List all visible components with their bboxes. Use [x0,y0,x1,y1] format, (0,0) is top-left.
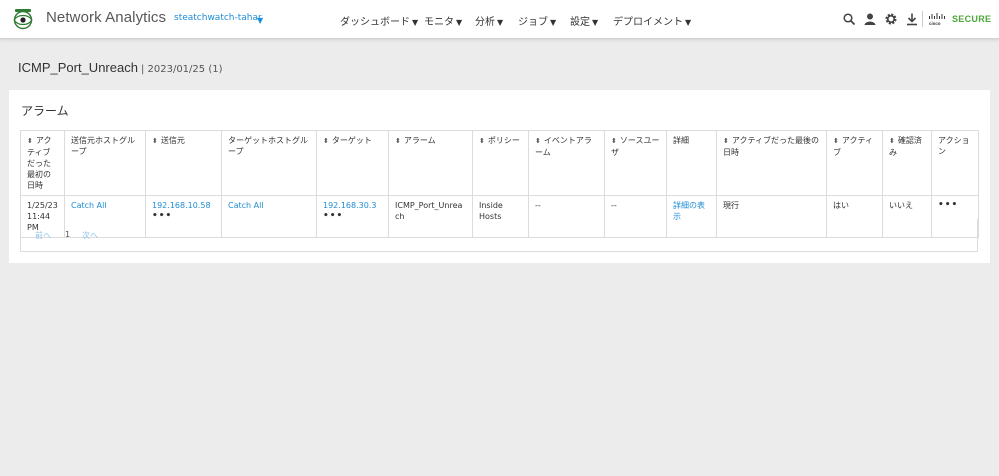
column-label: ポリシー [487,136,520,145]
sort-icon[interactable]: ⬍ [611,137,617,145]
chevron-down-icon: ▼ [550,18,557,27]
divider [922,11,923,27]
current-page[interactable]: 1 [65,230,70,239]
column-label: ターゲット [331,136,372,145]
column-header-actions: アクション [931,130,979,196]
column-label: アクション [938,136,970,156]
search-icon[interactable] [842,12,856,26]
column-header-first-active[interactable]: ⬍ アクティブだった最初の日時 [20,130,65,196]
target-group-link[interactable]: Catch All [228,201,264,210]
page-subtitle: | 2023/01/25 (1) [140,64,223,75]
column-label: 詳細 [673,136,689,145]
network-analytics-logo-icon[interactable] [11,8,35,30]
column-label: アラーム [403,136,436,145]
sort-icon[interactable]: ⬍ [323,137,329,145]
nav-settings[interactable]: 設定 ▼ [570,13,598,28]
sort-icon[interactable]: ⬍ [479,137,485,145]
column-header-details: 詳細 [666,130,717,196]
column-header-acknowledged[interactable]: ⬍ 確認済み [882,130,932,196]
target-ip-link[interactable]: 192.168.30.3 [323,201,376,210]
chevron-down-icon: ▼ [592,18,599,27]
chevron-down-icon: ▼ [456,18,463,27]
source-group-link[interactable]: Catch All [71,201,107,210]
nav-dashboard[interactable]: ダッシュボード ▼ [340,13,418,28]
page-header: ICMP_Port_Unreach | 2023/01/25 (1) [18,57,222,76]
column-header-target-group[interactable]: ターゲットホストグループ [221,130,317,196]
prev-page-button[interactable]: 前へ [35,230,51,241]
nav-label: モニタ [424,17,454,28]
column-label: イベントアラーム [535,136,592,157]
download-icon[interactable] [905,12,919,26]
column-header-source-group[interactable]: 送信元ホストグループ [64,130,146,196]
sort-icon[interactable]: ⬍ [889,137,895,145]
top-bar: Network Analytics steatchwatch-tahar ▼ ダ… [0,0,999,39]
chevron-down-icon: ▼ [685,18,692,27]
column-label: ターゲットホストグループ [228,136,308,156]
column-header-target[interactable]: ⬍ ターゲット [316,130,389,196]
cisco-logo-icon: cisco [929,13,945,26]
page-title: ICMP_Port_Unreach [18,60,138,75]
column-label: アクティブ [833,136,873,157]
sort-icon[interactable]: ⬍ [395,137,401,145]
chevron-down-icon: ▼ [412,18,419,27]
sort-icon[interactable]: ⬍ [27,137,33,145]
table-header-row: ⬍ アクティブだった最初の日時 送信元ホストグループ ⬍ 送信元 ターゲットホストグ… [20,130,979,196]
nav-monitor[interactable]: モニタ ▼ [424,13,462,28]
column-header-last-active[interactable]: ⬍ アクティブだった最後の日時 [716,130,827,196]
svg-text:cisco: cisco [929,21,941,26]
column-header-event-alarm[interactable]: ⬍ イベントアラーム [528,130,605,196]
chevron-down-icon[interactable]: ▼ [257,16,263,25]
app-title: Network Analytics [46,9,167,26]
column-header-alarm[interactable]: ⬍ アラーム [388,130,473,196]
panel-title: アラーム [21,104,69,118]
nav-analysis[interactable]: 分析 ▼ [475,13,503,28]
nav-label: ダッシュボード [340,17,410,28]
column-header-policy[interactable]: ⬍ ポリシー [472,130,529,196]
column-header-source[interactable]: ⬍ 送信元 [145,130,222,196]
brand-secure-label: SECURE [952,14,992,24]
column-label: アクティブだった最後の日時 [723,136,819,157]
nav-deployment[interactable]: デプロイメント ▼ [613,13,691,28]
column-label: 送信元 [160,136,185,145]
actions-menu-icon[interactable]: ••• [938,200,972,210]
view-details-link[interactable]: 詳細の表示 [673,201,705,221]
nav-label: 設定 [570,17,590,28]
sort-icon[interactable]: ⬍ [152,137,158,145]
sort-icon[interactable]: ⬍ [833,137,839,145]
next-page-button[interactable]: 次へ [82,230,98,241]
gear-icon[interactable] [884,12,898,26]
nav-label: 分析 [475,17,495,28]
alarms-panel: アラーム ⬍ アクティブだった最初の日時 送信元ホストグループ ⬍ 送信元 ターゲッ… [9,90,990,263]
column-header-source-user[interactable]: ⬍ ソースユーザ [604,130,667,196]
user-icon[interactable] [863,12,877,26]
column-label: ソースユーザ [611,136,660,157]
nav-label: デプロイメント [613,17,683,28]
pagination: 前へ 1 次へ [20,219,978,252]
column-header-active[interactable]: ⬍ アクティブ [826,130,883,196]
nav-label: ジョブ [518,17,548,28]
column-label: 送信元ホストグループ [71,136,135,156]
sort-icon[interactable]: ⬍ [535,137,541,145]
sort-icon[interactable]: ⬍ [723,137,729,145]
source-ip-link[interactable]: 192.168.10.58 [152,201,211,210]
nav-jobs[interactable]: ジョブ ▼ [518,13,556,28]
chevron-down-icon: ▼ [497,18,504,27]
tenant-selector[interactable]: steatchwatch-tahar [174,13,262,23]
